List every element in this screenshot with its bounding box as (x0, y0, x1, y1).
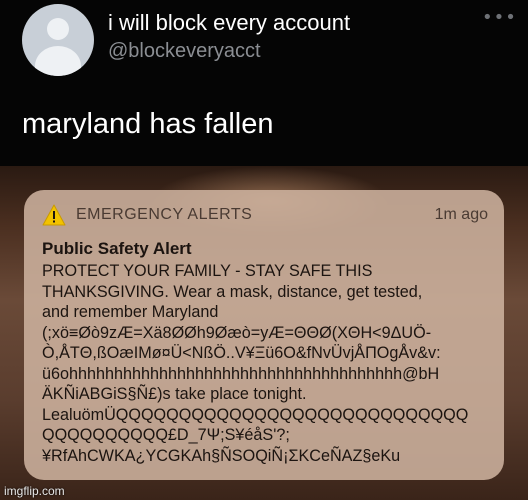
avatar-default-head (47, 18, 69, 40)
ellipsis-icon[interactable]: ••• (482, 8, 517, 28)
avatar[interactable] (22, 4, 94, 76)
alert-body-line: PROTECT YOUR FAMILY - STAY SAFE THIS (42, 262, 373, 280)
tweet-text: maryland has fallen (22, 108, 274, 140)
emergency-alert-notification[interactable]: EMERGENCY ALERTS 1m ago Public Safety Al… (24, 190, 504, 480)
alert-body-line: (;xö≡Øò9zÆ=Xä8ØØh9Øæò=yÆ=ΘΘØ(XΘH<9ΔUÖ- (42, 323, 432, 342)
alert-body-line: ü6ohhhhhhhhhhhhhhhhhhhhhhhhhhhhhhhhhhhhh… (42, 364, 440, 383)
user-handle[interactable]: @blockeveryacct (108, 40, 261, 63)
alert-heading: Public Safety Alert (42, 239, 192, 258)
alert-body-line: LealuömÜQQQQQQQQQQQQQQQQQQQQQQQQQQQQ (42, 405, 469, 424)
alert-body-line: and remember Maryland (42, 303, 219, 321)
alert-body-line: ÄKÑiABGiS§Ñ£)s take place tonight. (42, 385, 307, 403)
alert-body: PROTECT YOUR FAMILY - STAY SAFE THIS THA… (42, 261, 502, 466)
alert-body-line: Ò,ÅTΘ,ßOæIMø¤Ü<NßÖ..V¥Ξü6O&fNvÜvjÅΠOgÅv&… (42, 344, 441, 362)
alert-body-line: QQQQQQQQQQ£D_7Ψ;S¥éåS'?; (42, 426, 290, 444)
display-name[interactable]: i will block every account (108, 10, 350, 36)
notification-app-name: EMERGENCY ALERTS (76, 206, 253, 223)
avatar-default-body (35, 46, 81, 76)
notification-time: 1m ago (434, 206, 488, 223)
alert-body-line: ¥RfAhCWKA¿YCGKAh§ÑSOQiÑ¡ΣKCeÑAZ§eKu (42, 446, 401, 465)
alert-body-line: THANKSGIVING. Wear a mask, distance, get… (42, 282, 423, 301)
watermark: imgflip.com (4, 484, 65, 498)
notification-header: EMERGENCY ALERTS 1m ago (42, 204, 492, 230)
screenshot: i will block every account @blockeveryac… (0, 0, 528, 500)
warning-icon (42, 204, 66, 226)
